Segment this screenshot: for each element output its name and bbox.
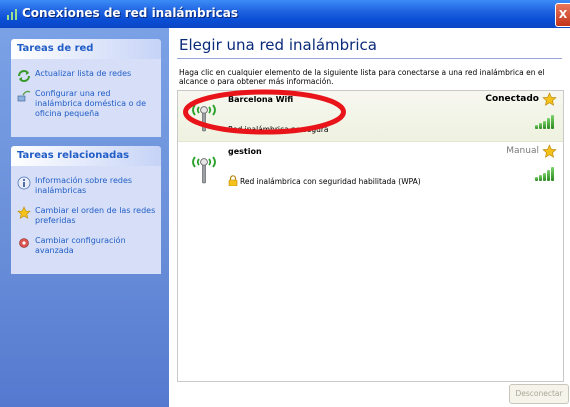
task-sidebar: Tareas de red Actualizar lista de redes	[0, 28, 169, 407]
advanced-settings-link[interactable]: Cambiar configuración avanzada	[15, 236, 157, 256]
network-status: Manual	[506, 146, 539, 156]
task-label: Cambiar configuración avanzada	[35, 236, 126, 255]
wireless-connections-window: Conexiones de red inalámbricas X Tareas …	[0, 0, 570, 407]
network-list[interactable]: Barcelona Wifi Conectado Red inalámbrica…	[177, 90, 564, 382]
related-tasks-heading[interactable]: Tareas relacionadas	[11, 146, 161, 166]
star-icon	[17, 206, 31, 219]
lock-icon	[228, 175, 238, 186]
network-item-barcelona-wifi[interactable]: Barcelona Wifi Conectado Red inalámbrica…	[178, 91, 563, 142]
wizard-icon	[17, 90, 31, 102]
network-item-gestion[interactable]: gestion Manual Red inalámbrica con segur…	[178, 143, 563, 193]
preferred-star-icon	[542, 144, 557, 158]
title-divider	[177, 58, 562, 59]
task-label: Configurar una red inalámbrica doméstica…	[35, 89, 147, 118]
task-label: Información sobre redes inalámbricas	[35, 176, 133, 195]
network-description: Red inalámbrica con seguridad habilitada…	[240, 177, 421, 186]
task-label: Actualizar lista de redes	[35, 69, 132, 78]
close-button[interactable]: X	[555, 3, 570, 27]
task-label: Cambiar el orden de las redes preferidas	[35, 206, 156, 225]
setup-network-wizard-link[interactable]: Configurar una red inalámbrica doméstica…	[15, 89, 157, 119]
window-title: Conexiones de red inalámbricas	[22, 6, 239, 20]
network-status: Conectado	[485, 94, 539, 104]
refresh-network-list-link[interactable]: Actualizar lista de redes	[15, 69, 157, 82]
related-tasks-panel: Tareas relacionadas Información sobre re…	[11, 146, 161, 274]
settings-icon	[19, 238, 29, 248]
signal-strength-icon	[535, 115, 557, 129]
change-preferred-order-link[interactable]: Cambiar el orden de las redes preferidas	[15, 206, 157, 226]
network-tasks-panel: Tareas de red Actualizar lista de redes	[11, 39, 161, 137]
instructions-text: Haga clic en cualquier elemento de la si…	[179, 68, 545, 86]
signal-strength-icon	[535, 167, 557, 181]
info-icon	[17, 176, 31, 190]
network-name: gestion	[228, 147, 262, 156]
preferred-star-icon	[542, 92, 557, 106]
title-bar[interactable]: Conexiones de red inalámbricas X	[0, 0, 570, 28]
network-tasks-heading[interactable]: Tareas de red	[11, 39, 161, 59]
disconnect-button[interactable]: Desconectar	[509, 384, 569, 404]
wireless-icon	[7, 9, 17, 20]
network-description: Red inalámbrica no segura	[228, 125, 329, 134]
wireless-network-icon	[192, 156, 216, 184]
network-name: Barcelona Wifi	[228, 95, 294, 104]
wireless-info-link[interactable]: Información sobre redes inalámbricas	[15, 176, 157, 196]
refresh-icon	[18, 70, 30, 82]
main-content: Elegir una red inalámbrica Haga clic en …	[169, 28, 570, 407]
wireless-network-icon	[192, 104, 216, 132]
page-title: Elegir una red inalámbrica	[179, 36, 377, 54]
